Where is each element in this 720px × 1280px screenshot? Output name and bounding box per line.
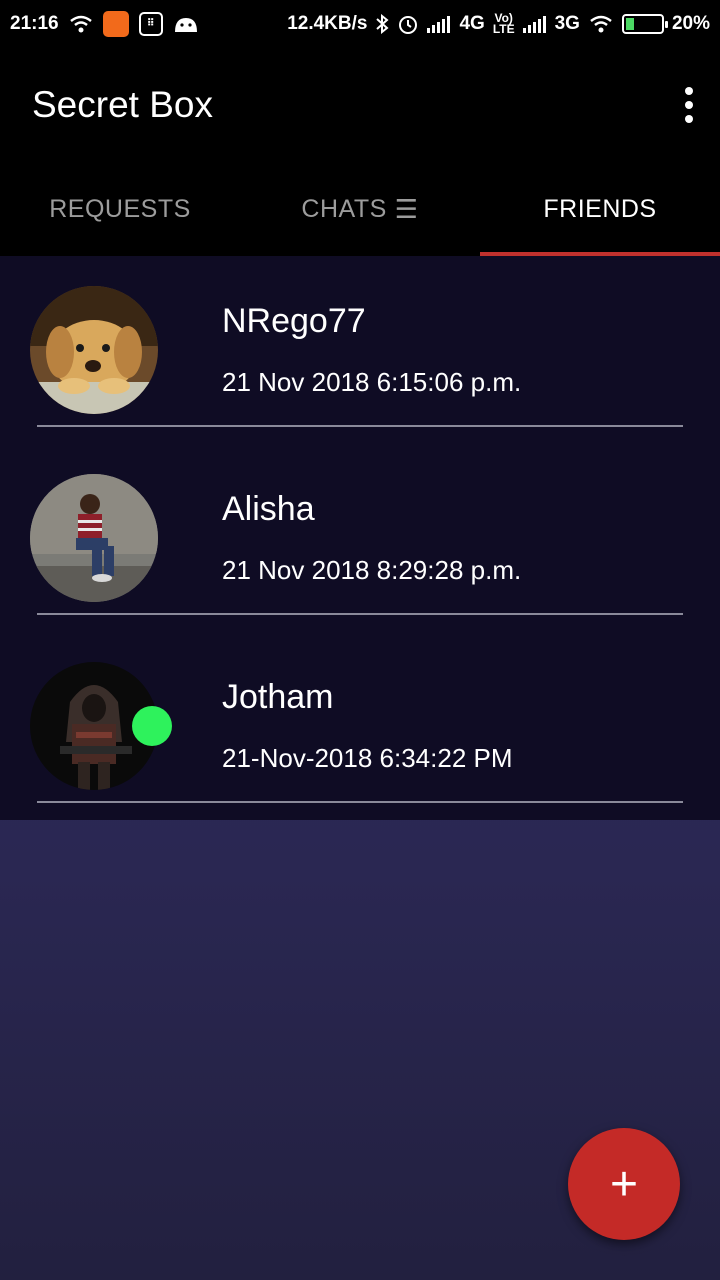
friend-timestamp: 21 Nov 2018 8:29:28 p.m. <box>222 555 522 585</box>
tab-requests[interactable]: REQUESTS <box>0 162 240 256</box>
tab-label: CHATS <box>301 194 387 223</box>
menu-icon: ☰ <box>394 193 419 224</box>
network-speed: 12.4KB/s <box>287 13 368 34</box>
calculator-icon: ⠿ <box>138 12 163 36</box>
android-icon <box>173 16 199 32</box>
friend-timestamp: 21 Nov 2018 6:15:06 p.m. <box>222 367 522 397</box>
more-vert-icon[interactable] <box>674 83 704 127</box>
content-area: NRego77 21 Nov 2018 6:15:06 p.m. Alisha … <box>0 256 720 1280</box>
friend-name: NRego77 <box>222 302 366 340</box>
tab-label: FRIENDS <box>543 194 657 223</box>
add-friend-button[interactable]: + <box>568 1128 680 1240</box>
bluetooth-icon <box>375 14 390 34</box>
avatar <box>30 474 158 602</box>
online-status-indicator <box>132 706 172 746</box>
friend-name: Alisha <box>222 490 315 528</box>
divider <box>37 801 683 803</box>
signal-type-1: 4G <box>459 13 485 34</box>
volte-indicator: Vo) LTE <box>492 12 515 36</box>
friend-info: Jotham 21-Nov-2018 6:34:22 PM <box>222 678 513 774</box>
friends-list: NRego77 21 Nov 2018 6:15:06 p.m. Alisha … <box>0 256 720 820</box>
friend-timestamp: 21-Nov-2018 6:34:22 PM <box>222 743 513 773</box>
tab-bar: REQUESTS CHATS ☰ FRIENDS <box>0 162 720 256</box>
tab-friends[interactable]: FRIENDS <box>480 162 720 256</box>
tab-chats[interactable]: CHATS ☰ <box>240 162 480 256</box>
battery-level: 20% <box>671 13 710 34</box>
add-icon: + <box>609 1157 639 1211</box>
avatar <box>30 286 158 414</box>
status-bar: 21:16 ⠿ 12.4KB/s 4G Vo) LTE 3G 20% <box>0 0 720 48</box>
wifi-icon <box>69 15 93 33</box>
friend-name: Jotham <box>222 678 334 716</box>
list-item[interactable]: Alisha 21 Nov 2018 8:29:28 p.m. <box>0 444 720 632</box>
app-bar: Secret Box <box>0 48 720 162</box>
list-item[interactable]: Jotham 21-Nov-2018 6:34:22 PM <box>0 632 720 820</box>
divider <box>37 425 683 427</box>
volte-bottom: LTE <box>492 22 515 36</box>
battery-icon <box>621 14 668 34</box>
friend-info: Alisha 21 Nov 2018 8:29:28 p.m. <box>222 490 521 586</box>
signal-type-2: 3G <box>554 13 580 34</box>
friend-info: NRego77 21 Nov 2018 6:15:06 p.m. <box>222 302 521 398</box>
woman-photo <box>30 474 158 602</box>
wifi-icon <box>588 15 614 33</box>
app-title: Secret Box <box>32 84 213 125</box>
signal-icon <box>427 15 451 33</box>
app-icon <box>102 11 129 37</box>
tab-label: REQUESTS <box>49 194 191 223</box>
list-item[interactable]: NRego77 21 Nov 2018 6:15:06 p.m. <box>0 256 720 444</box>
puppy-photo <box>30 286 158 414</box>
signal-icon <box>522 15 547 33</box>
divider <box>37 613 683 615</box>
alarm-icon <box>397 13 419 35</box>
status-time: 21:16 <box>10 13 59 34</box>
